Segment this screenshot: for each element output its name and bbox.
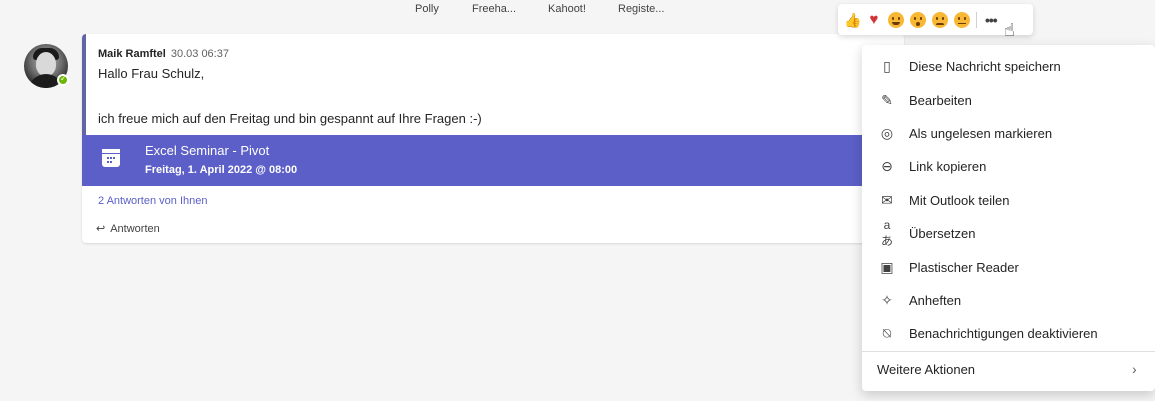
tab-polly[interactable]: Polly: [415, 3, 439, 15]
more-options-icon[interactable]: •••: [985, 12, 998, 28]
unread-icon: ◎: [880, 124, 894, 141]
calendar-icon: [102, 149, 120, 167]
link-icon: ⊖: [881, 157, 893, 174]
menu-item-immersive-reader[interactable]: ▣ Plastischer Reader: [862, 250, 1155, 284]
hand-cursor-icon: ☝: [1004, 20, 1015, 40]
bookmark-icon: ▯: [883, 57, 891, 74]
meeting-date: Freitag, 1. April 2022 @ 08:00: [145, 164, 298, 176]
message-line-1: Hallo Frau Schulz,: [98, 66, 205, 81]
translate-icon: aあ: [880, 217, 893, 248]
more-actions-item[interactable]: Weitere Aktionen ›: [862, 353, 1155, 389]
message-line-2: ich freue mich auf den Freitag und bin g…: [98, 111, 482, 126]
reply-label: Antworten: [110, 222, 160, 235]
surprised-reaction-icon[interactable]: [910, 11, 926, 28]
sad-reaction-icon[interactable]: [932, 11, 948, 28]
laugh-reaction-icon[interactable]: [888, 11, 904, 28]
menu-item-translate[interactable]: aあ Übersetzen: [862, 216, 1155, 250]
message-header: Maik Ramftel 30.03 06:37: [98, 48, 229, 60]
mail-icon: ✉: [881, 191, 893, 208]
tab-register[interactable]: Registe...: [618, 3, 664, 15]
menu-item-label: Mit Outlook teilen: [909, 192, 1010, 208]
chevron-right-icon: ›: [1132, 361, 1137, 377]
menu-item-save[interactable]: ▯ Diese Nachricht speichern: [862, 49, 1155, 83]
menu-item-label: Übersetzen: [909, 225, 976, 241]
meeting-title: Excel Seminar - Pivot: [145, 143, 270, 158]
menu-item-pin[interactable]: ✧ Anheften: [862, 283, 1155, 317]
pencil-icon: ✎: [881, 91, 893, 108]
menu-item-edit[interactable]: ✎ Bearbeiten: [862, 83, 1155, 117]
immersive-reader-icon: ▣: [880, 258, 894, 275]
menu-item-mute-notifications[interactable]: ⍉ Benachrichtigungen deaktivieren: [862, 316, 1155, 350]
more-actions-label: Weitere Aktionen: [877, 362, 976, 377]
menu-item-copy-link[interactable]: ⊖ Link kopieren: [862, 149, 1155, 183]
menu-item-mark-unread[interactable]: ◎ Als ungelesen markieren: [862, 116, 1155, 150]
menu-item-share-outlook[interactable]: ✉ Mit Outlook teilen: [862, 183, 1155, 217]
like-reaction-icon[interactable]: 👍: [844, 12, 861, 28]
meeting-card[interactable]: Excel Seminar - Pivot Freitag, 1. April …: [82, 135, 904, 186]
message-card[interactable]: Maik Ramftel 30.03 06:37 Hallo Frau Schul…: [82, 34, 904, 243]
reply-arrow-icon: ↩: [96, 223, 106, 235]
menu-divider: [862, 351, 1155, 352]
menu-item-label: Plastischer Reader: [909, 259, 1019, 275]
angry-reaction-icon[interactable]: [954, 11, 970, 28]
tab-kahoot[interactable]: Kahoot!: [548, 3, 586, 15]
menu-item-label: Link kopieren: [909, 158, 987, 174]
reply-button[interactable]: ↩ Antworten: [96, 222, 160, 236]
message-timestamp: 30.03 06:37: [170, 48, 229, 60]
pin-icon: ✧: [881, 291, 893, 308]
menu-item-label: Als ungelesen markieren: [909, 125, 1053, 141]
message-context-menu: ▯ Diese Nachricht speichern ✎ Bearbeiten…: [862, 45, 1155, 391]
bell-off-icon: ⍉: [882, 324, 892, 341]
reaction-divider: [976, 11, 977, 28]
presence-available-icon: [57, 74, 69, 86]
menu-item-label: Anheften: [909, 292, 962, 308]
heart-reaction-icon[interactable]: ♥: [866, 11, 882, 28]
menu-item-label: Bearbeiten: [909, 92, 972, 108]
menu-item-label: Diese Nachricht speichern: [909, 58, 1061, 74]
tab-freehand[interactable]: Freeha...: [472, 3, 516, 15]
message-author[interactable]: Maik Ramftel: [98, 48, 166, 60]
menu-item-label: Benachrichtigungen deaktivieren: [909, 325, 1098, 341]
replies-link[interactable]: 2 Antworten von Ihnen: [98, 195, 207, 207]
